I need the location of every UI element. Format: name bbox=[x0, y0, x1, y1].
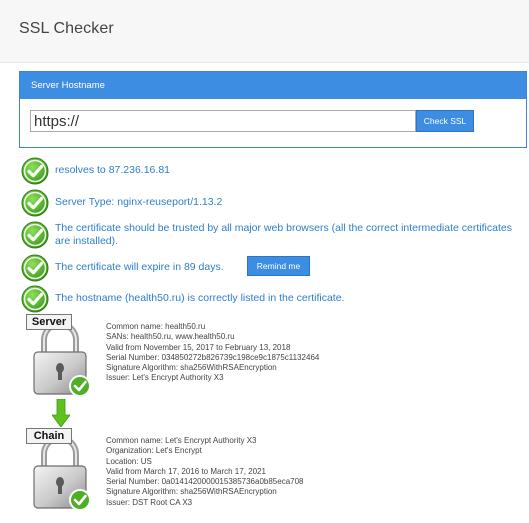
certificate-detail-line: Signature Algorithm: sha256WithRSAEncryp… bbox=[106, 487, 277, 497]
panel-heading: Server Hostname bbox=[20, 72, 526, 99]
certificate-detail-line: Valid from November 15, 2017 to February… bbox=[106, 342, 291, 352]
certificate-detail-line: Organization: Let's Encrypt bbox=[106, 446, 202, 456]
certificate-detail-line: Valid from March 17, 2016 to March 17, 2… bbox=[106, 466, 266, 476]
page-title: SSL Checker bbox=[19, 20, 114, 37]
certificate-detail-line: Serial Number: 034850272b826739c198ce9c1… bbox=[106, 352, 320, 362]
certificate-detail-line: Common name: health50.ru bbox=[106, 322, 206, 331]
certificate-details: Common name: Let's Encrypt Authority X3 O… bbox=[106, 436, 304, 508]
result-text: The certificate should be trusted by all… bbox=[55, 222, 512, 247]
hostname-panel: Server Hostname Check SSL bbox=[19, 71, 527, 148]
certificate-detail-line: Signature Algorithm: sha256WithRSAEncryp… bbox=[106, 363, 277, 373]
certificate-details: Common name: health50.ru SANs: health50.r… bbox=[106, 322, 319, 384]
check-circle-icon bbox=[21, 254, 49, 282]
certificate-detail-line: Serial Number: 0a0141420000015385736a0b8… bbox=[106, 477, 304, 487]
check-circle-icon bbox=[21, 189, 49, 217]
check-circle-icon bbox=[21, 285, 49, 313]
arrow-down-icon bbox=[52, 399, 70, 427]
page-header: SSL Checker bbox=[0, 0, 529, 63]
result-text: The hostname (health50.ru) is correctly … bbox=[55, 292, 345, 304]
remind-me-button[interactable]: Remind me bbox=[247, 256, 310, 276]
certificate-detail-line: Issuer: DST Root CA X3 bbox=[106, 497, 193, 507]
hostname-input[interactable] bbox=[30, 110, 416, 132]
padlock-icon: Server bbox=[24, 314, 96, 398]
certificate-badge: Server bbox=[26, 314, 72, 330]
padlock-icon: Chain bbox=[24, 428, 96, 512]
check-ssl-button[interactable]: Check SSL bbox=[416, 110, 474, 132]
check-circle-icon bbox=[21, 157, 49, 185]
certificate-detail-line: Issuer: Let's Encrypt Authority X3 bbox=[106, 373, 224, 383]
certificate-detail-line: SANs: health50.ru, www.health50.ru bbox=[106, 332, 235, 342]
check-circle-icon bbox=[21, 221, 49, 249]
result-text: Server Type: nginx-reuseport/1.13.2 bbox=[55, 196, 223, 208]
certificate-badge: Chain bbox=[26, 428, 72, 444]
certificate-detail-line: Common name: Let's Encrypt Authority X3 bbox=[106, 436, 257, 445]
certificate-detail-line: Location: US bbox=[106, 456, 152, 466]
result-text: resolves to 87.236.16.81 bbox=[55, 164, 170, 176]
